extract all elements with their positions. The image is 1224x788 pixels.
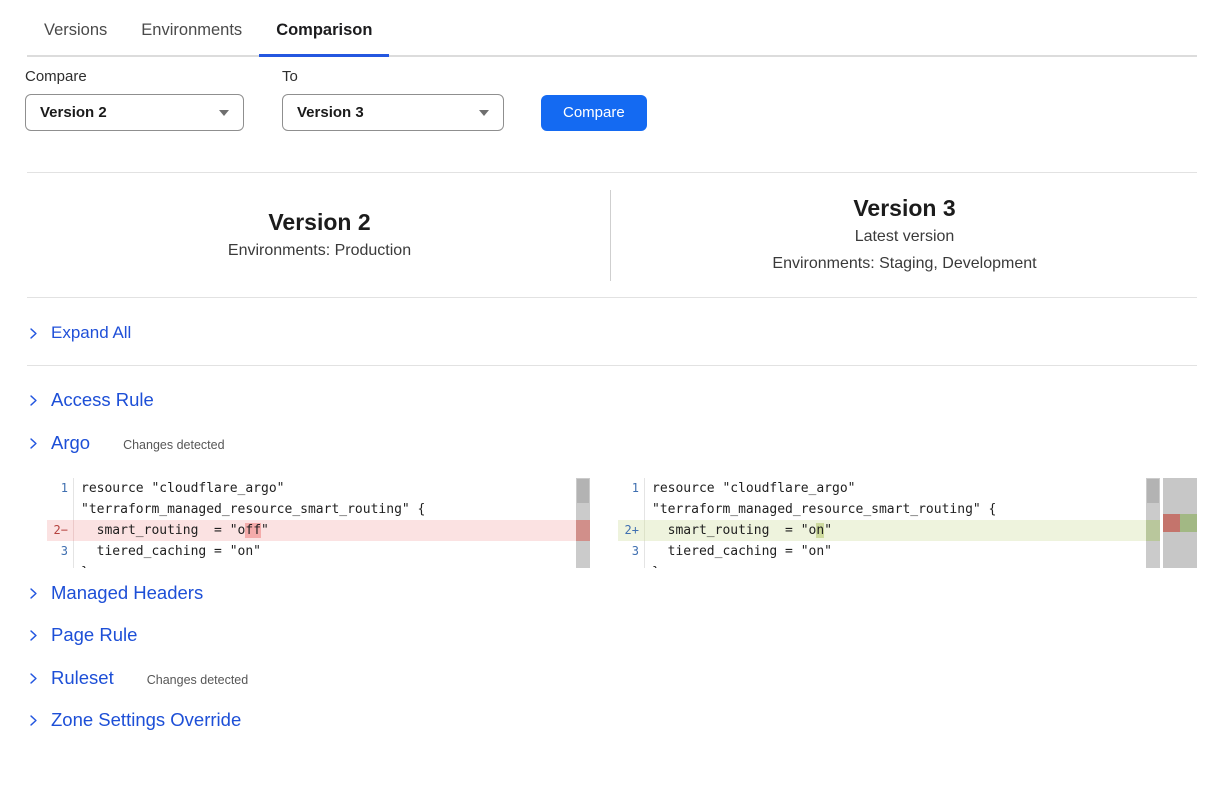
code-line: 3 tiered_caching = "on"	[47, 541, 590, 562]
code-line-removed: 2− smart_routing = "off"	[47, 520, 590, 541]
code-segment: smart_routing = "o	[81, 523, 245, 538]
line-number: 2+	[618, 520, 645, 541]
scrollbar-added-marker	[1146, 520, 1160, 541]
section-label: Page Rule	[51, 624, 137, 646]
section-zone-settings-override[interactable]: Zone Settings Override	[27, 709, 241, 731]
expand-all-band: Expand All	[27, 301, 1197, 366]
compare-form: Compare Version 2 To Version 3 Compare	[25, 68, 647, 131]
diff-left-panel: 1resource "cloudflare_argo" "terraform_m…	[47, 478, 590, 568]
tab-comparison[interactable]: Comparison	[259, 6, 389, 57]
code-line-wrap: "terraform_managed_resource_smart_routin…	[618, 499, 1160, 520]
code-text: tiered_caching = "on"	[645, 541, 832, 562]
chevron-right-icon	[27, 587, 40, 600]
code-text: smart_routing = "off"	[74, 520, 269, 541]
minimap-removed-marker	[1163, 514, 1180, 532]
line-number	[618, 562, 645, 568]
compare-label: Compare	[25, 68, 282, 85]
chevron-right-icon	[27, 714, 40, 727]
version-right-title: Version 3	[853, 193, 955, 223]
code-text: }	[645, 562, 660, 568]
version-right-header: Version 3 Latest version Environments: S…	[612, 173, 1197, 297]
version-right-latest: Latest version	[855, 223, 955, 250]
section-label: Managed Headers	[51, 582, 203, 604]
removed-word-highlight: ff	[245, 523, 261, 538]
minimap-added-marker	[1180, 514, 1197, 532]
line-number	[618, 499, 645, 520]
version-left-environments: Environments: Production	[228, 237, 411, 264]
code-text: "terraform_managed_resource_smart_routin…	[74, 499, 425, 520]
line-number	[47, 499, 74, 520]
code-line: 3 tiered_caching = "on"	[618, 541, 1160, 562]
compare-to-select[interactable]: Version 3	[282, 94, 504, 131]
code-line: 1resource "cloudflare_argo"	[47, 478, 590, 499]
section-label: Argo	[51, 432, 90, 454]
compare-field: Compare Version 2	[25, 68, 282, 131]
expand-all-button[interactable]: Expand All	[27, 323, 131, 343]
line-number: 2−	[47, 520, 74, 541]
tab-environments[interactable]: Environments	[124, 6, 259, 57]
compare-from-value: Version 2	[40, 104, 107, 121]
right-panel-scrollbar[interactable]	[1146, 478, 1160, 568]
compare-to-value: Version 3	[297, 104, 364, 121]
to-label: To	[282, 68, 541, 85]
section-label: Zone Settings Override	[51, 709, 241, 731]
chevron-down-icon	[479, 110, 489, 116]
code-text: }	[74, 562, 89, 568]
tab-bar: Versions Environments Comparison	[27, 0, 1197, 57]
chevron-right-icon	[27, 629, 40, 642]
to-field: To Version 3	[282, 68, 541, 131]
code-line-wrap: "terraform_managed_resource_smart_routin…	[47, 499, 590, 520]
chevron-right-icon	[27, 327, 40, 340]
scrollbar-thumb[interactable]	[1147, 479, 1159, 503]
line-number: 3	[47, 541, 74, 562]
left-panel-scrollbar[interactable]	[576, 478, 590, 568]
code-text: resource "cloudflare_argo"	[74, 478, 285, 499]
code-line-clipped: }	[47, 562, 590, 568]
version-left-title: Version 2	[268, 207, 370, 237]
expand-all-label: Expand All	[51, 323, 131, 343]
version-right-environments: Environments: Staging, Development	[772, 250, 1036, 277]
code-text: resource "cloudflare_argo"	[645, 478, 856, 499]
section-label: Access Rule	[51, 389, 154, 411]
scrollbar-thumb[interactable]	[577, 479, 589, 503]
line-number	[47, 562, 74, 568]
chevron-right-icon	[27, 672, 40, 685]
code-line-added: 2+ smart_routing = "on"	[618, 520, 1160, 541]
tab-versions[interactable]: Versions	[27, 6, 124, 57]
diff-minimap[interactable]	[1163, 478, 1197, 568]
code-segment: smart_routing = "o	[652, 523, 816, 538]
code-text: tiered_caching = "on"	[74, 541, 261, 562]
section-label: Ruleset	[51, 667, 114, 689]
section-page-rule[interactable]: Page Rule	[27, 624, 137, 646]
comparison-page: Versions Environments Comparison Compare…	[0, 0, 1224, 788]
section-ruleset[interactable]: Ruleset Changes detected	[27, 667, 248, 689]
version-headers: Version 2 Environments: Production Versi…	[27, 172, 1197, 298]
chevron-right-icon	[27, 437, 40, 450]
code-line-clipped: }	[618, 562, 1160, 568]
line-number: 3	[618, 541, 645, 562]
code-text: "terraform_managed_resource_smart_routin…	[645, 499, 996, 520]
version-left-header: Version 2 Environments: Production	[27, 173, 612, 297]
section-argo[interactable]: Argo Changes detected	[27, 432, 225, 454]
diff-right-panel: 1resource "cloudflare_argo" "terraform_m…	[618, 478, 1160, 568]
header-divider	[610, 190, 611, 281]
compare-from-select[interactable]: Version 2	[25, 94, 244, 131]
code-segment: "	[824, 523, 832, 538]
code-segment: "	[261, 523, 269, 538]
code-line: 1resource "cloudflare_argo"	[618, 478, 1160, 499]
changes-detected-badge: Changes detected	[123, 438, 224, 452]
changes-detected-badge: Changes detected	[147, 673, 248, 687]
section-managed-headers[interactable]: Managed Headers	[27, 582, 203, 604]
section-access-rule[interactable]: Access Rule	[27, 389, 154, 411]
chevron-right-icon	[27, 394, 40, 407]
line-number: 1	[47, 478, 74, 499]
compare-button[interactable]: Compare	[541, 95, 647, 131]
code-text: smart_routing = "on"	[645, 520, 832, 541]
line-number: 1	[618, 478, 645, 499]
scrollbar-removed-marker	[576, 520, 590, 541]
chevron-down-icon	[219, 110, 229, 116]
